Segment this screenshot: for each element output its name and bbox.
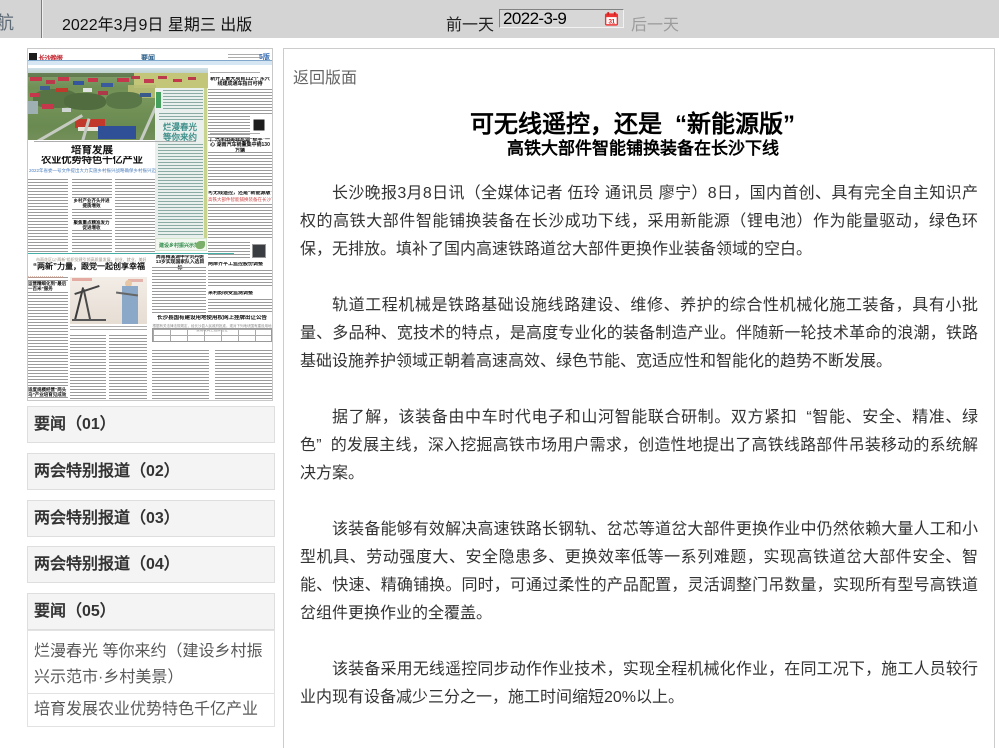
svg-text:31: 31 — [608, 18, 615, 25]
